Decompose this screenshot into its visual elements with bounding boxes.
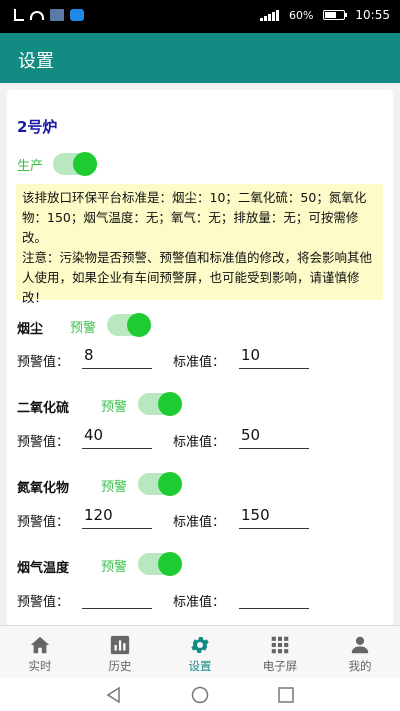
notice-warning-text: 注意：污染物是否预警、预警值和标准值的修改，将会影响其他人使用，如果企业有车间预… [22, 250, 373, 305]
grid-icon [271, 636, 289, 654]
notice-box: 该排放口环保平台标准是：烟尘：10；二氧化硫：50；氮氧化物：150；烟气温度：… [16, 184, 383, 305]
app-bar: 设置 [0, 33, 400, 83]
warning-value-field[interactable] [82, 583, 152, 609]
furnace-title: 2号炉 [17, 118, 58, 136]
warning-toggle[interactable] [138, 392, 182, 416]
toggle-knob [158, 472, 182, 496]
nav-label: 设置 [188, 659, 212, 673]
standard-value-label: 标准值： [173, 435, 226, 450]
pollutant-name: 氮氧化物 [17, 481, 70, 496]
warning-toggle[interactable] [138, 552, 182, 576]
app-notification-icon [70, 9, 84, 21]
gear-icon [191, 637, 209, 653]
cell-signal-icon [259, 9, 279, 21]
nav-label: 实时 [28, 659, 52, 673]
nav-label: 历史 [108, 659, 132, 673]
pollutant-name: 二氧化硫 [17, 401, 70, 416]
warning-value-label: 预警值： [17, 595, 70, 610]
page-title: 设置 [18, 51, 54, 72]
nav-item-realtime[interactable]: 实时 [0, 626, 80, 679]
warning-toggle[interactable] [107, 313, 151, 337]
settings-content[interactable]: 2号炉 生产 该排放口环保平台标准是：烟尘：10；二氧化硫：50；氮氧化物：15… [0, 83, 400, 625]
warning-toggle[interactable] [138, 472, 182, 496]
home-icon [30, 636, 50, 654]
standard-value-field[interactable] [239, 583, 309, 609]
person-icon [351, 636, 369, 654]
warning-toggle-label: 预警 [101, 560, 128, 575]
standard-value-label: 标准值： [173, 355, 226, 370]
warning-value-label: 预警值： [17, 355, 70, 370]
warning-toggle-label: 预警 [101, 400, 128, 415]
chart-icon [110, 635, 130, 655]
nav-item-settings[interactable]: 设置 [160, 626, 240, 679]
standard-value-field[interactable]: 150 [239, 503, 309, 529]
toggle-knob [158, 552, 182, 576]
warning-toggle-label: 预警 [101, 480, 128, 495]
pollutant-name: 烟气温度 [17, 561, 70, 576]
home-circle-icon[interactable] [190, 686, 210, 704]
battery-percent: 60% [288, 8, 314, 22]
back-icon[interactable] [105, 686, 123, 704]
toggle-knob [73, 152, 97, 176]
recents-icon[interactable] [277, 686, 295, 704]
system-nav-bar [0, 678, 400, 711]
toggle-knob [127, 313, 151, 337]
status-bar: 60% 10:55 [0, 0, 400, 33]
bottom-nav: 实时 历史 设置 电子屏 我的 [0, 625, 400, 678]
nav-item-history[interactable]: 历史 [80, 626, 160, 679]
production-label: 生产 [17, 159, 44, 174]
pollutant-name: 烟尘 [17, 322, 44, 337]
nav-label: 我的 [348, 659, 372, 673]
standard-value-label: 标准值： [173, 515, 226, 530]
wifi-icon [30, 10, 44, 20]
warning-value-field[interactable]: 8 [82, 343, 152, 369]
status-icons-right: 60% 10:55 [259, 8, 390, 22]
image-notification-icon [50, 9, 64, 21]
settings-card: 2号炉 生产 该排放口环保平台标准是：烟尘：10；二氧化硫：50；氮氧化物：15… [7, 90, 393, 625]
warning-value-field[interactable]: 40 [82, 423, 152, 449]
toggle-knob [158, 392, 182, 416]
status-icons-left [14, 9, 84, 21]
warning-toggle-label: 预警 [70, 321, 97, 336]
production-toggle[interactable] [53, 152, 97, 176]
warning-value-field[interactable]: 120 [82, 503, 152, 529]
standard-value-label: 标准值： [173, 595, 226, 610]
nav-item-profile[interactable]: 我的 [320, 626, 400, 679]
clock: 10:55 [355, 8, 390, 22]
notice-standard-text: 该排放口环保平台标准是：烟尘：10；二氧化硫：50；氮氧化物：150；烟气温度：… [22, 190, 367, 245]
warning-value-label: 预警值： [17, 515, 70, 530]
warning-value-label: 预警值： [17, 435, 70, 450]
nav-item-screen[interactable]: 电子屏 [240, 626, 320, 679]
standard-value-field[interactable]: 10 [239, 343, 309, 369]
signal-icon [14, 9, 24, 21]
battery-icon [323, 10, 348, 20]
standard-value-field[interactable]: 50 [239, 423, 309, 449]
nav-label: 电子屏 [262, 659, 298, 673]
